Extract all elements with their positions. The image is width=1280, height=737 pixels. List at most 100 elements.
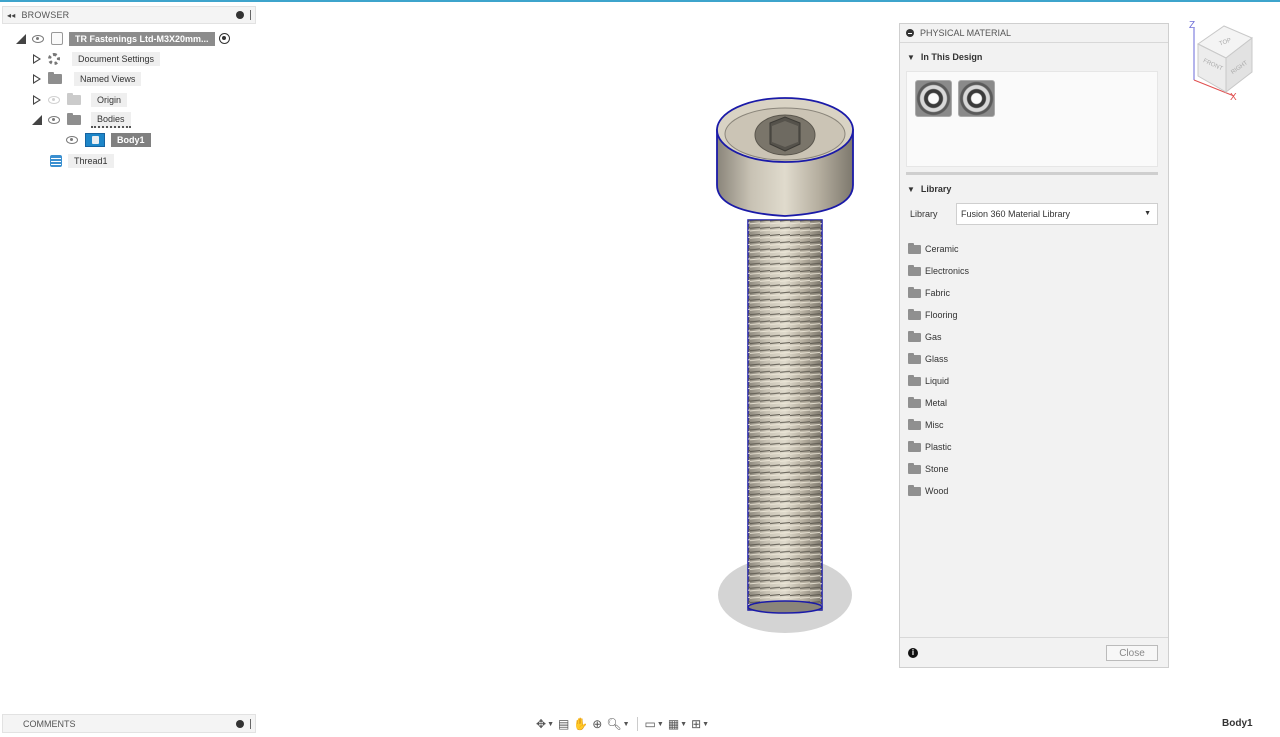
viewports-icon[interactable]: ⊞ ▼ (691, 716, 709, 732)
pin-icon[interactable] (250, 718, 251, 729)
folder-icon (908, 242, 921, 254)
category-label: Stone (925, 464, 949, 474)
category-label: Metal (925, 398, 948, 408)
category-item[interactable]: Stone (908, 458, 969, 480)
x-axis-label: X (1230, 92, 1237, 103)
category-item[interactable]: Glass (908, 348, 969, 370)
grid-icon[interactable]: ▦ ▼ (668, 716, 687, 732)
expand-triangle-icon[interactable] (32, 94, 42, 106)
visibility-eye-icon[interactable] (48, 95, 60, 104)
folder-icon (48, 71, 62, 84)
panel-header[interactable]: PHYSICAL MATERIAL (900, 24, 1168, 43)
add-comment-icon[interactable] (236, 719, 244, 728)
body-icon (85, 132, 105, 147)
category-item[interactable]: Gas (908, 326, 969, 348)
in-this-design-box (906, 71, 1158, 167)
tree-item-label: Body1 (111, 132, 151, 147)
expand-triangle-icon[interactable] (32, 73, 42, 85)
category-label: Plastic (925, 442, 952, 452)
display-settings-icon[interactable]: ▭ ▼ (645, 716, 664, 732)
folder-icon (908, 264, 921, 276)
category-item[interactable]: Liquid (908, 370, 969, 392)
viewport-model[interactable] (700, 90, 870, 650)
library-label: Library (910, 209, 938, 219)
comments-panel[interactable]: COMMENTS (2, 714, 256, 733)
visibility-eye-icon[interactable] (66, 135, 78, 144)
category-label: Gas (925, 332, 942, 342)
folder-icon (908, 462, 921, 474)
visibility-eye-icon[interactable] (32, 34, 44, 43)
category-item[interactable]: Plastic (908, 436, 969, 458)
expand-triangle-icon[interactable] (32, 53, 42, 65)
category-label: Wood (925, 486, 949, 496)
comments-title: COMMENTS (23, 718, 76, 729)
fit-icon[interactable]: 🔍︎ ▼ (606, 716, 629, 732)
orbit-icon[interactable]: ✥ ▼ (536, 716, 554, 732)
viewcube[interactable]: Z X TOP FRONT RIGHT (1184, 18, 1260, 104)
tree-item-label: Bodies (91, 111, 131, 128)
category-item[interactable]: Electronics (908, 260, 969, 282)
toolbar-separator (636, 717, 638, 731)
folder-icon (908, 440, 921, 452)
section-divider[interactable] (906, 172, 1158, 175)
tree-root[interactable]: TR Fastenings Ltd-M3X20mm... (16, 31, 230, 46)
category-label: Ceramic (925, 244, 959, 254)
folder-icon (908, 286, 921, 298)
category-label: Fabric (925, 288, 951, 298)
folder-icon (908, 484, 921, 496)
physical-material-panel: PHYSICAL MATERIAL ▼ In This Design ▼ Lib… (899, 23, 1169, 668)
category-item[interactable]: Metal (908, 392, 969, 414)
expand-triangle-icon[interactable] (32, 114, 42, 126)
close-button[interactable]: Close (1106, 645, 1158, 661)
tree-item-origin[interactable]: Origin (32, 92, 128, 107)
pan-hand-icon[interactable]: ✋ (573, 716, 588, 732)
library-select[interactable]: Fusion 360 Material Library ▼ (956, 203, 1158, 225)
panel-title: PHYSICAL MATERIAL (920, 28, 1012, 38)
category-item[interactable]: Wood (908, 480, 969, 502)
collapse-arrow-icon[interactable]: ▼ (907, 185, 915, 194)
root-component-label[interactable]: TR Fastenings Ltd-M3X20mm... (69, 31, 215, 46)
browser-title: BROWSER (21, 10, 70, 20)
section-title: Library (920, 184, 952, 194)
library-header[interactable]: ▼ Library (900, 180, 951, 198)
tree-item-label: Thread1 (68, 153, 114, 168)
component-icon (51, 32, 63, 45)
minimize-icon[interactable] (236, 11, 244, 19)
browser-header[interactable]: ◂◂ BROWSER (2, 6, 256, 24)
tree-item-bodies[interactable]: Bodies (32, 111, 131, 128)
pin-icon[interactable] (250, 10, 251, 20)
browser-panel: ◂◂ BROWSER (2, 6, 256, 24)
zoom-icon[interactable]: ⊕ (592, 716, 602, 732)
expand-triangle-icon[interactable] (16, 33, 26, 45)
category-item[interactable]: Misc (908, 414, 969, 436)
category-item[interactable]: Ceramic (908, 238, 969, 260)
folder-icon (908, 374, 921, 386)
folder-icon (67, 112, 81, 125)
tree-item-body1[interactable]: Body1 (66, 132, 151, 147)
tree-item-document-settings[interactable]: Document Settings (32, 51, 161, 66)
material-swatch[interactable] (958, 80, 995, 117)
category-item[interactable]: Flooring (908, 304, 969, 326)
minimize-icon[interactable] (906, 29, 914, 37)
library-select-value: Fusion 360 Material Library (961, 209, 1071, 219)
look-at-icon[interactable]: ▤ (558, 716, 569, 732)
tree-item-named-views[interactable]: Named Views (32, 71, 142, 86)
tree-item-label: Origin (91, 92, 128, 107)
selection-status: Body1 (1222, 718, 1253, 729)
tree-item-label: Named Views (74, 71, 142, 86)
info-icon[interactable]: i (908, 647, 918, 658)
tree-item-thread1[interactable]: Thread1 (50, 153, 114, 168)
in-this-design-header[interactable]: ▼ In This Design (900, 48, 982, 66)
visibility-eye-icon[interactable] (48, 115, 60, 124)
folder-icon (908, 352, 921, 364)
collapse-icon[interactable]: ◂◂ (7, 11, 15, 20)
collapse-arrow-icon[interactable]: ▼ (907, 53, 915, 62)
category-item[interactable]: Fabric (908, 282, 969, 304)
activate-radio-icon[interactable] (218, 33, 230, 44)
z-axis-label: Z (1189, 20, 1195, 31)
chevron-down-icon: ▼ (1144, 210, 1151, 217)
folder-icon (908, 418, 921, 430)
material-swatch[interactable] (915, 80, 952, 117)
folder-icon (908, 330, 921, 342)
category-label: Glass (925, 354, 949, 364)
